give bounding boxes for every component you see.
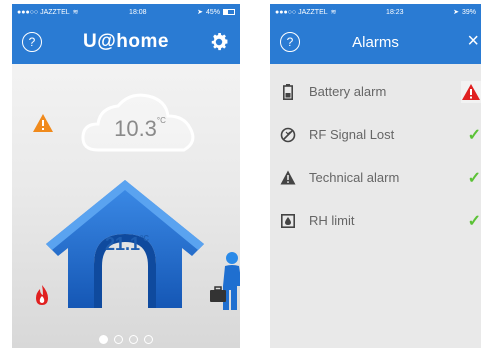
gear-icon[interactable] <box>208 31 230 53</box>
carrier-label: ●●●○○ JAZZTEL <box>275 8 328 16</box>
humidity-icon <box>280 213 296 229</box>
alarm-row-battery[interactable]: Battery alarm <box>270 70 481 113</box>
home-screen: ●●●○○ JAZZTEL ≋ 18:08 ➤ 45% ? U@home 10.… <box>12 4 240 348</box>
help-button[interactable]: ? <box>22 32 42 52</box>
location-icon: ➤ <box>197 9 203 16</box>
help-button[interactable]: ? <box>280 32 300 52</box>
check-icon: ✓ <box>467 127 481 144</box>
carrier-label: ●●●○○ JAZZTEL <box>17 8 70 16</box>
flame-icon[interactable] <box>34 284 50 306</box>
alarm-row-technical[interactable]: Technical alarm ✓ <box>270 156 481 199</box>
alarm-label: Technical alarm <box>309 170 400 185</box>
page-dot[interactable] <box>129 335 138 344</box>
nav-bar: ? Alarms × <box>270 20 481 64</box>
alarm-list: Battery alarm RF Signal Lost ✓ Technical… <box>270 70 481 242</box>
battery-icon <box>222 9 235 15</box>
warning-icon[interactable] <box>32 113 54 133</box>
status-bar: ●●●○○ JAZZTEL ≋ 18:08 ➤ 45% <box>12 4 240 20</box>
nav-bar: ? U@home <box>12 20 240 64</box>
alarms-screen: ●●●○○ JAZZTEL ≋ 18:23 ➤ 39% ? Alarms × B… <box>270 4 481 348</box>
warning-icon <box>280 170 296 186</box>
page-title: Alarms <box>352 33 399 51</box>
battery-percent: 39% <box>461 8 476 16</box>
person-icon[interactable] <box>208 250 240 312</box>
signal-lost-icon <box>280 127 296 143</box>
alarm-row-rf-signal[interactable]: RF Signal Lost ✓ <box>270 113 481 156</box>
location-icon: ➤ <box>453 9 459 16</box>
alarm-label: RH limit <box>309 213 355 228</box>
alarm-label: RF Signal Lost <box>309 127 395 142</box>
page-dot[interactable] <box>99 335 108 344</box>
indoor-temperature: 21.1°C <box>104 234 150 254</box>
clock: 18:23 <box>386 8 404 16</box>
page-indicator[interactable] <box>12 335 240 344</box>
indoor-temp-unit: °C <box>140 234 150 243</box>
wifi-icon: ≋ <box>330 9 337 16</box>
alarm-label: Battery alarm <box>309 84 387 99</box>
alarm-row-rh-limit[interactable]: RH limit ✓ <box>270 199 481 242</box>
outdoor-temp-unit: °C <box>156 116 166 125</box>
app-title: U@home <box>83 31 169 52</box>
clock: 18:08 <box>129 8 147 16</box>
battery-icon <box>280 83 296 100</box>
battery-percent: 45% <box>205 8 220 16</box>
check-icon: ✓ <box>467 213 481 230</box>
close-icon[interactable]: × <box>467 30 479 52</box>
page-dot[interactable] <box>114 335 123 344</box>
status-bar: ●●●○○ JAZZTEL ≋ 18:23 ➤ 39% <box>270 4 481 20</box>
wifi-icon: ≋ <box>72 9 79 16</box>
page-dot[interactable] <box>144 335 153 344</box>
alert-status-icon <box>461 81 481 103</box>
check-icon: ✓ <box>467 170 481 187</box>
outdoor-temperature: 10.3°C <box>114 116 166 141</box>
